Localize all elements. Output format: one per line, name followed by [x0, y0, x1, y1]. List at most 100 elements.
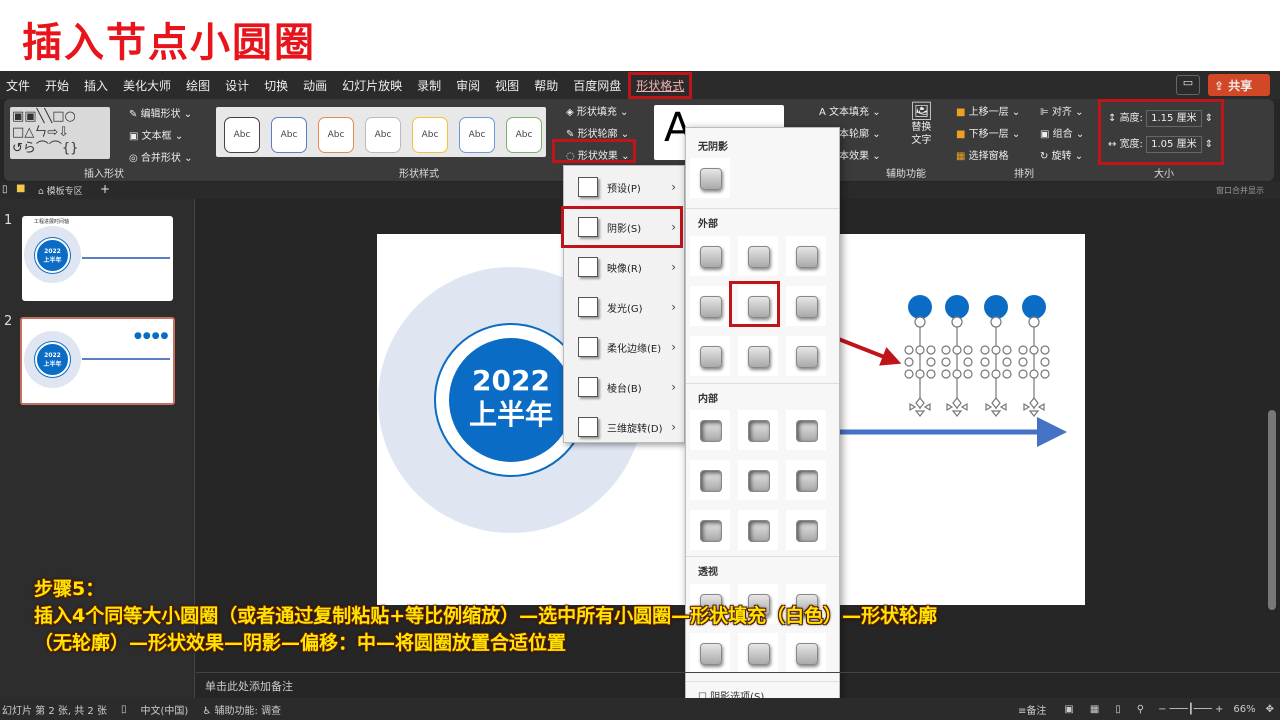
- node-circles: [908, 295, 1046, 319]
- normal-view-icon[interactable]: ▣: [1064, 704, 1073, 715]
- edit-shape-button[interactable]: ✎ 编辑形状 ⌄: [129, 105, 192, 120]
- accessibility-status[interactable]: ♿ 辅助功能: 调查: [202, 702, 281, 717]
- alt-text-button[interactable]: 🖼 替换 文字: [910, 103, 933, 147]
- file-icon[interactable]: ▯: [2, 184, 8, 195]
- comment-button[interactable]: ▭: [1176, 75, 1200, 95]
- shadow-preset[interactable]: [786, 236, 826, 276]
- notes-pane[interactable]: 单击此处添加备注: [196, 672, 1280, 698]
- folder-icon[interactable]: ■: [16, 183, 25, 194]
- tab-file[interactable]: 文件: [6, 77, 30, 94]
- group-label-arrange: 排列: [1014, 169, 1034, 180]
- shadow-preset[interactable]: [738, 460, 778, 500]
- notes-toggle[interactable]: ≡备注: [1018, 702, 1046, 717]
- shadow-preset[interactable]: [690, 410, 730, 450]
- highlight-shadow: [561, 206, 683, 248]
- chevron-right-icon: ›: [671, 180, 676, 194]
- shadow-preset[interactable]: [738, 236, 778, 276]
- shadow-preset[interactable]: [690, 286, 730, 326]
- shadow-preset[interactable]: [786, 286, 826, 326]
- tab-help[interactable]: 帮助: [534, 77, 558, 94]
- shadow-preset[interactable]: [738, 410, 778, 450]
- slide-sorter-icon[interactable]: ▦: [1090, 704, 1099, 715]
- tab-insert[interactable]: 插入: [84, 77, 108, 94]
- shadow-preset[interactable]: [690, 460, 730, 500]
- text-box-button[interactable]: ▣ 文本框 ⌄: [129, 127, 183, 142]
- tab-design[interactable]: 设计: [225, 77, 249, 94]
- slide-thumbnail-1[interactable]: 工程进展时间轴 2022 上半年: [22, 216, 173, 301]
- shape-fill-button[interactable]: ◈ 形状填充 ⌄: [566, 103, 628, 118]
- chevron-right-icon: ›: [671, 340, 676, 354]
- fit-slide-icon[interactable]: ✥: [1266, 704, 1274, 715]
- bring-forward-button[interactable]: ■ 上移一层 ⌄: [956, 103, 1020, 118]
- style-swatch[interactable]: Abc: [412, 117, 448, 153]
- tab-transitions[interactable]: 切换: [264, 77, 288, 94]
- section-inner: 内部: [698, 394, 718, 405]
- style-swatch[interactable]: Abc: [506, 117, 542, 153]
- shadow-preset[interactable]: [786, 460, 826, 500]
- shadow-preset[interactable]: [786, 510, 826, 550]
- shadow-preset[interactable]: [738, 510, 778, 550]
- effects-menu-item[interactable]: 三维旋转(D) ›: [564, 408, 684, 446]
- tutorial-caption: 步骤5： 插入4个同等大小圆圈（或者通过复制粘贴+等比例缩放）—选中所有小圆圈—形…: [34, 578, 938, 654]
- tab-animations[interactable]: 动画: [303, 77, 327, 94]
- tab-draw[interactable]: 绘图: [186, 77, 210, 94]
- merge-windows-button[interactable]: 窗口合并显示: [1216, 185, 1264, 196]
- shadow-preset[interactable]: [786, 336, 826, 376]
- shapes-gallery[interactable]: ▣▣╲╲□○ □△ㄣ⇨⇩ ↺ら⌒⌒{}: [10, 107, 110, 159]
- template-zone-tab[interactable]: ⌂ 模板专区: [38, 184, 83, 197]
- share-icon: ⇪: [1214, 79, 1225, 93]
- language[interactable]: 中文(中国): [141, 702, 189, 717]
- new-tab-button[interactable]: +: [100, 182, 110, 196]
- group-label-shape-styles: 形状样式: [399, 169, 439, 180]
- tab-record[interactable]: 录制: [417, 77, 441, 94]
- group-label-insert-shapes: 插入形状: [84, 169, 124, 180]
- effects-menu-item[interactable]: 柔化边缘(E) ›: [564, 328, 684, 366]
- effects-menu-item[interactable]: 发光(G) ›: [564, 288, 684, 326]
- zoom-level[interactable]: 66%: [1233, 704, 1255, 715]
- zoom-slider[interactable]: − ───┃─── +: [1158, 704, 1223, 715]
- slide-info: 幻灯片 第 2 张, 共 2 张: [2, 705, 107, 717]
- spellcheck-icon[interactable]: ▯: [121, 704, 127, 715]
- send-backward-button[interactable]: ■ 下移一层 ⌄: [956, 125, 1020, 140]
- effects-menu-item[interactable]: 棱台(B) ›: [564, 368, 684, 406]
- tab-home[interactable]: 开始: [45, 77, 69, 94]
- tab-beautify[interactable]: 美化大师: [123, 77, 171, 94]
- style-swatch[interactable]: Abc: [271, 117, 307, 153]
- shadow-preset[interactable]: [690, 236, 730, 276]
- group-label-size: 大小: [1154, 169, 1174, 180]
- status-bar: 幻灯片 第 2 张, 共 2 张 ▯ 中文(中国) ♿ 辅助功能: 调查 ≡备注…: [0, 698, 1280, 720]
- chevron-right-icon: ›: [671, 300, 676, 314]
- group-button[interactable]: ▣ 组合 ⌄: [1040, 125, 1084, 140]
- tab-review[interactable]: 审阅: [456, 77, 480, 94]
- tab-view[interactable]: 视图: [495, 77, 519, 94]
- effects-menu-item[interactable]: 预设(P) ›: [564, 168, 684, 206]
- align-button[interactable]: ⊫ 对齐 ⌄: [1040, 103, 1083, 118]
- reading-view-icon[interactable]: ▯: [1115, 704, 1121, 715]
- effect-icon: [578, 377, 598, 397]
- slide-thumbnail-2[interactable]: 2022 上半年 ●●●●: [20, 317, 175, 405]
- style-swatch[interactable]: Abc: [224, 117, 260, 153]
- shadow-preset[interactable]: [786, 410, 826, 450]
- effects-menu-item[interactable]: 映像(R) ›: [564, 248, 684, 286]
- selection-pane-button[interactable]: ▦ 选择窗格: [956, 147, 1009, 162]
- tab-shape-format[interactable]: 形状格式: [628, 71, 693, 99]
- shadow-preset[interactable]: [738, 336, 778, 376]
- rotate-button[interactable]: ↻ 旋转 ⌄: [1040, 147, 1083, 162]
- shape-outline-button[interactable]: ✎ 形状轮廓 ⌄: [566, 125, 629, 140]
- text-fill-button[interactable]: A 文本填充 ⌄: [819, 103, 881, 118]
- share-button[interactable]: ⇪ 共享 ⌄: [1208, 74, 1270, 108]
- style-swatch[interactable]: Abc: [459, 117, 495, 153]
- vertical-scrollbar[interactable]: [1268, 410, 1276, 610]
- slide-number: 2: [4, 314, 13, 329]
- style-swatch[interactable]: Abc: [318, 117, 354, 153]
- slideshow-icon[interactable]: ⚲: [1137, 704, 1144, 715]
- shadow-preset[interactable]: [690, 510, 730, 550]
- merge-shapes-button[interactable]: ◎ 合并形状 ⌄: [129, 149, 192, 164]
- tab-baidu[interactable]: 百度网盘: [573, 77, 621, 94]
- style-swatch[interactable]: Abc: [365, 117, 401, 153]
- shadow-preset[interactable]: [690, 336, 730, 376]
- effect-icon: [578, 297, 598, 317]
- shadow-preset[interactable]: [690, 158, 730, 198]
- tab-slideshow[interactable]: 幻灯片放映: [342, 77, 402, 94]
- chevron-right-icon: ›: [671, 420, 676, 434]
